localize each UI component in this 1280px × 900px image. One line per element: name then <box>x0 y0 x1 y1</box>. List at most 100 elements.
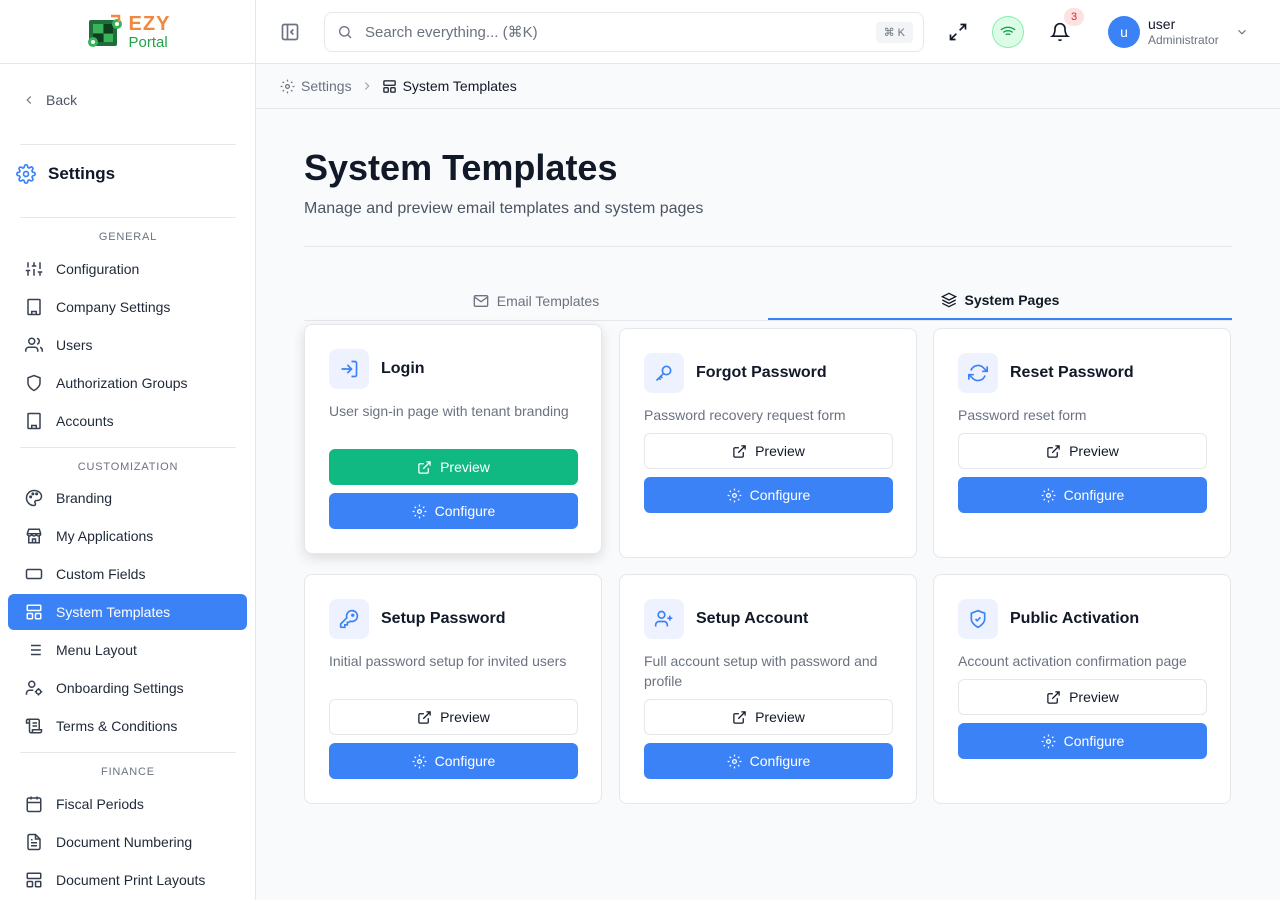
building-icon <box>24 411 44 431</box>
back-link[interactable]: Back <box>22 92 77 108</box>
sidebar-item-label: Custom Fields <box>56 566 146 582</box>
external-link-icon <box>1047 690 1060 704</box>
sidebar-title-text: Settings <box>48 164 116 183</box>
sidebar-item-fiscal-periods[interactable]: Fiscal Periods <box>8 786 247 822</box>
logo-icon <box>87 14 122 47</box>
sidebar-item-authorization-groups[interactable]: Authorization Groups <box>8 365 247 401</box>
store-icon <box>24 526 44 546</box>
list-icon <box>24 640 44 660</box>
users-icon <box>24 335 44 355</box>
sidebar-item-label: Users <box>56 337 93 353</box>
template-card-forgot-password: Forgot Password Password recovery reques… <box>619 328 917 558</box>
sidebar-item-system-templates[interactable]: System Templates <box>8 594 247 630</box>
card-title: Public Activation <box>1010 610 1140 627</box>
page-title: System Templates <box>304 147 618 188</box>
gear-icon <box>1041 488 1056 502</box>
notification-badge: 3 <box>1064 8 1084 26</box>
tab-label: System Pages <box>964 291 1060 308</box>
avatar: u <box>1108 16 1140 48</box>
configure-button[interactable]: Configure <box>329 493 578 529</box>
user-menu[interactable]: u user Administrator <box>1108 16 1249 48</box>
sidebar-item-custom-fields[interactable]: Custom Fields <box>8 556 247 592</box>
sidebar-item-document-numbering[interactable]: Document Numbering <box>8 824 247 860</box>
template-card-setup-account: Setup Account Full account setup with pa… <box>619 574 917 804</box>
building-icon <box>24 297 44 317</box>
preview-button[interactable]: Preview <box>958 679 1207 715</box>
sidebar-item-configuration[interactable]: Configuration <box>8 251 247 287</box>
sidebar-item-label: Configuration <box>56 261 140 277</box>
breadcrumb-label: System Templates <box>402 78 517 94</box>
connection-status-button[interactable] <box>992 16 1024 48</box>
search-input[interactable]: Search everything... (⌘K) ⌘ K <box>324 12 924 52</box>
card-title: Reset Password <box>1010 364 1134 381</box>
section-label-general: GENERAL <box>98 231 158 243</box>
page-subtitle: Manage and preview email templates and s… <box>304 200 704 217</box>
sidebar: EZY Portal Back Settings GENERAL Configu… <box>0 0 256 900</box>
gear-icon <box>280 79 295 93</box>
search-placeholder: Search everything... (⌘K) <box>365 24 538 41</box>
button-label: Preview <box>755 709 805 725</box>
chevron-down-icon <box>1237 29 1246 35</box>
tab-system-pages[interactable]: System Pages <box>768 281 1232 320</box>
sidebar-item-label: Document Print Layouts <box>56 872 206 888</box>
sidebar-item-my-applications[interactable]: My Applications <box>8 518 247 554</box>
divider <box>20 752 236 753</box>
sidebar-item-accounts[interactable]: Accounts <box>8 403 247 439</box>
template-card-public-activation: Public Activation Account activation con… <box>933 574 1231 804</box>
refresh-icon <box>958 353 998 393</box>
sidebar-item-users[interactable]: Users <box>8 327 247 363</box>
logo[interactable]: EZY Portal <box>85 12 171 52</box>
calendar-icon <box>24 794 44 814</box>
sidebar-item-label: System Templates <box>56 604 171 620</box>
input-icon <box>24 564 44 584</box>
external-link-icon <box>733 710 746 724</box>
sidebar-item-terms-conditions[interactable]: Terms & Conditions <box>8 708 247 744</box>
preview-button[interactable]: Preview <box>644 699 893 735</box>
card-description: Account activation confirmation page <box>958 653 1187 669</box>
configure-button[interactable]: Configure <box>644 743 893 779</box>
sidebar-item-label: My Applications <box>56 528 154 544</box>
user-cog-icon <box>24 678 44 698</box>
card-title: Forgot Password <box>696 364 827 381</box>
sidebar-collapse-icon[interactable] <box>280 22 300 42</box>
wifi-icon <box>1000 26 1016 38</box>
card-description: Password reset form <box>958 407 1087 423</box>
user-name: user <box>1148 16 1176 33</box>
logo-text-portal: Portal <box>128 33 168 51</box>
template-card-reset-password: Reset Password Password reset form Previ… <box>933 328 1231 558</box>
configure-button[interactable]: Configure <box>958 723 1207 759</box>
layout-icon <box>382 79 396 93</box>
template-card-login: Login User sign-in page with tenant bran… <box>304 324 602 554</box>
back-label: Back <box>46 92 78 108</box>
sidebar-item-label: Company Settings <box>56 299 171 315</box>
preview-button[interactable]: Preview <box>958 433 1207 469</box>
sidebar-item-label: Fiscal Periods <box>56 796 144 812</box>
sidebar-item-branding[interactable]: Branding <box>8 480 247 516</box>
divider <box>304 246 1232 247</box>
key-round-icon <box>329 599 369 639</box>
logo-area: EZY Portal <box>0 0 255 64</box>
configure-button[interactable]: Configure <box>958 477 1207 513</box>
configure-button[interactable]: Configure <box>329 743 578 779</box>
divider <box>20 217 236 218</box>
palette-icon <box>24 488 44 508</box>
button-label: Configure <box>1063 733 1125 749</box>
sidebar-item-document-print-layouts[interactable]: Document Print Layouts <box>8 862 247 898</box>
breadcrumb-settings[interactable]: Settings <box>280 78 352 94</box>
preview-button[interactable]: Preview <box>329 449 578 485</box>
preview-button[interactable]: Preview <box>644 433 893 469</box>
sidebar-item-onboarding-settings[interactable]: Onboarding Settings <box>8 670 247 706</box>
sidebar-item-company-settings[interactable]: Company Settings <box>8 289 247 325</box>
sidebar-item-menu-layout[interactable]: Menu Layout <box>8 632 247 668</box>
layout-icon <box>24 602 44 622</box>
configure-button[interactable]: Configure <box>644 477 893 513</box>
gear-icon <box>16 164 36 184</box>
preview-button[interactable]: Preview <box>329 699 578 735</box>
sliders-icon <box>24 259 44 279</box>
button-label: Configure <box>1063 487 1125 503</box>
tab-label: Email Templates <box>496 292 600 309</box>
tab-email-templates[interactable]: Email Templates <box>304 281 768 320</box>
divider <box>20 447 236 448</box>
sidebar-item-label: Branding <box>56 490 113 506</box>
fullscreen-icon[interactable] <box>948 22 968 42</box>
